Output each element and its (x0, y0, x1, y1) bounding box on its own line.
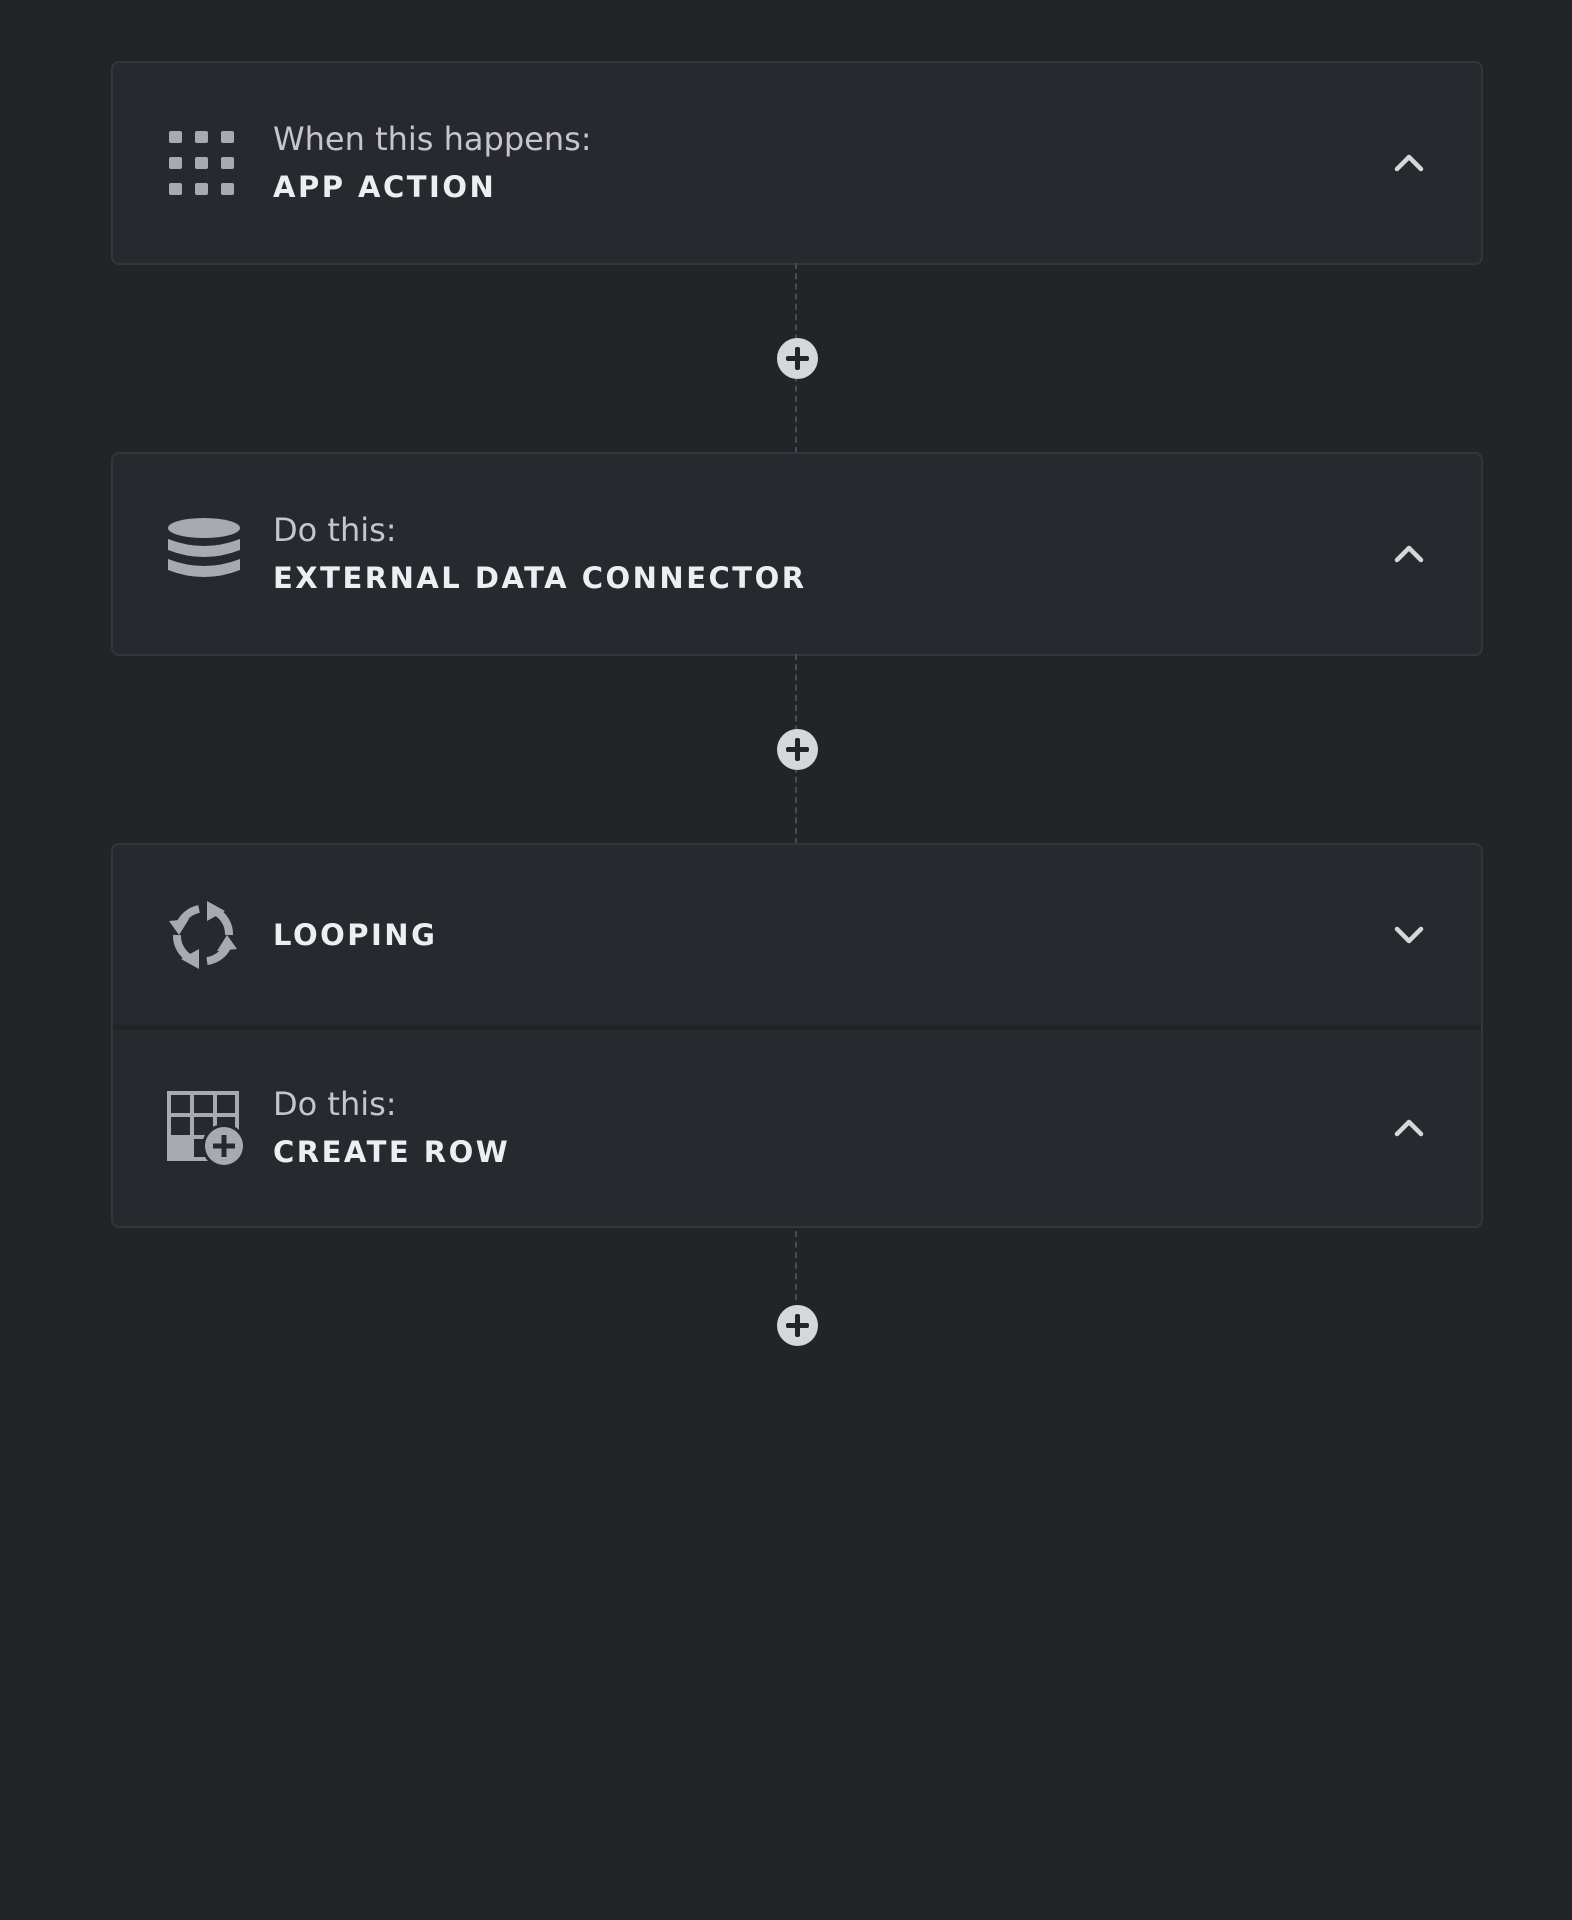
trigger-card: When this happens: APP ACTION (111, 61, 1483, 265)
trigger-step-header[interactable]: When this happens: APP ACTION (113, 63, 1481, 263)
table-add-row-icon (167, 1088, 247, 1168)
external-data-connector-card: Do this: EXTERNAL DATA CONNECTOR (111, 452, 1483, 656)
looping-header[interactable]: LOOPING (113, 845, 1481, 1025)
add-step-button[interactable] (777, 729, 818, 770)
step2-title: CREATE ROW (273, 1135, 511, 1169)
loop-arrows-icon (167, 895, 247, 975)
step2-label: Do this: (273, 1085, 397, 1123)
create-row-header[interactable]: Do this: CREATE ROW (113, 1025, 1481, 1226)
connector-line (795, 1231, 797, 1311)
step1-label: Do this: (273, 511, 397, 549)
chevron-up-icon[interactable] (1391, 1110, 1427, 1146)
automation-flow-canvas: When this happens: APP ACTION Do this: E… (0, 0, 1572, 1920)
step1-title: EXTERNAL DATA CONNECTOR (273, 561, 807, 595)
trigger-title: APP ACTION (273, 170, 497, 204)
chevron-down-icon[interactable] (1391, 917, 1427, 953)
grid-dots-icon (167, 123, 247, 203)
database-icon (167, 514, 247, 594)
looping-title: LOOPING (273, 918, 438, 952)
looping-card: LOOPING Do this: CREATE ROW (111, 843, 1483, 1228)
external-data-connector-header[interactable]: Do this: EXTERNAL DATA CONNECTOR (113, 454, 1481, 654)
add-step-button[interactable] (777, 338, 818, 379)
add-step-button[interactable] (777, 1305, 818, 1346)
chevron-up-icon[interactable] (1391, 536, 1427, 572)
chevron-up-icon[interactable] (1391, 145, 1427, 181)
trigger-label: When this happens: (273, 120, 592, 158)
